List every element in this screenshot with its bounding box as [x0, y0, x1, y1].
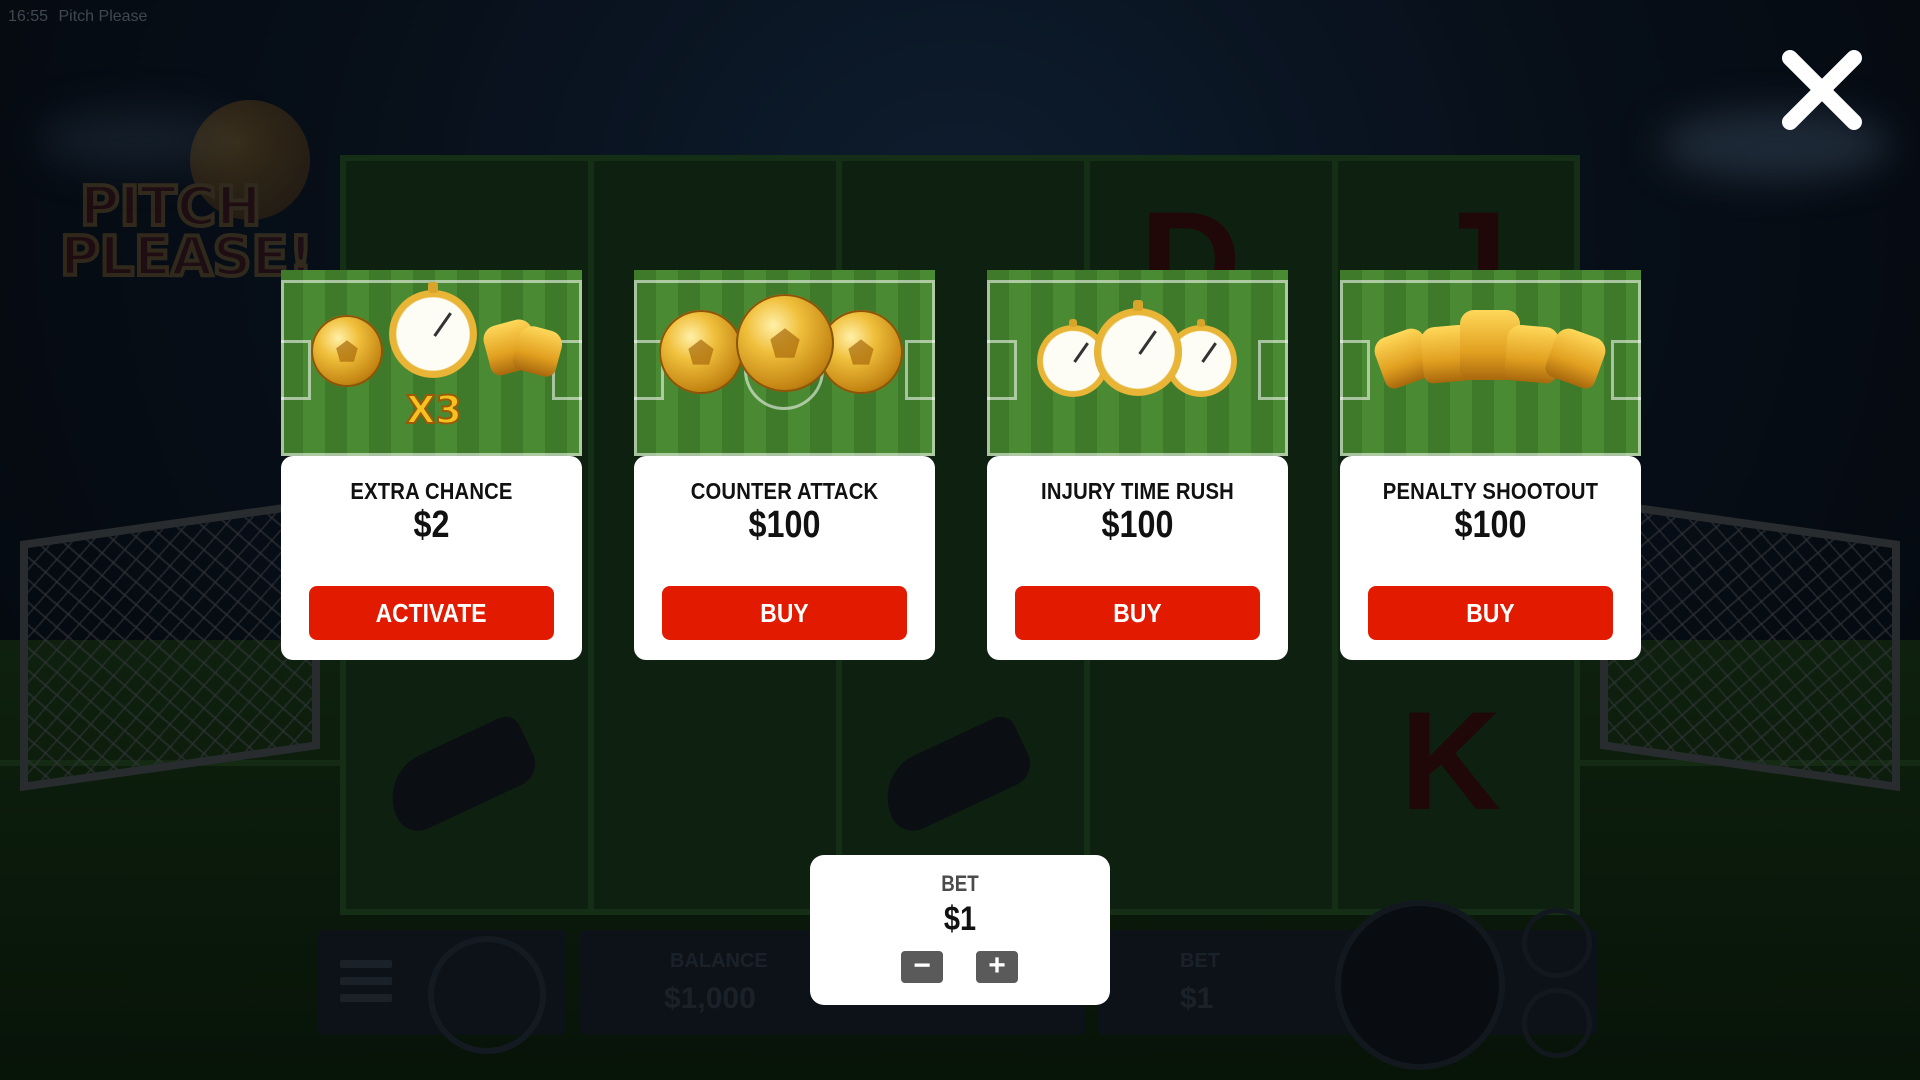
close-icon [1782, 50, 1862, 130]
buy-button-label: BUY [1113, 598, 1162, 628]
bet-increase-button[interactable]: + [976, 951, 1018, 983]
feature-card-injury-time-rush: INJURY TIME RUSH $100 BUY [987, 270, 1288, 660]
buy-button[interactable]: BUY [1015, 586, 1260, 640]
buy-button[interactable]: BUY [662, 586, 907, 640]
bet-decrease-button[interactable]: − [901, 951, 943, 983]
card-body: EXTRA CHANCE $2 ACTIVATE [281, 456, 582, 660]
card-body: PENALTY SHOOTOUT $100 BUY [1340, 456, 1641, 660]
buy-button-label: BUY [1466, 598, 1515, 628]
activate-button-label: ACTIVATE [375, 598, 487, 628]
card-price: $100 [1101, 504, 1174, 546]
card-price: $100 [748, 504, 821, 546]
bet-panel: BET $1 − + [810, 855, 1110, 1005]
buy-button-label: BUY [760, 598, 809, 628]
card-image-extra-chance: X3 [281, 270, 582, 456]
gold-ball-icon [659, 310, 743, 394]
card-price: $100 [1454, 504, 1527, 546]
close-button[interactable] [1776, 44, 1868, 136]
feature-card-extra-chance: X3 EXTRA CHANCE $2 ACTIVATE [281, 270, 582, 660]
card-image-injury-time-rush [987, 270, 1288, 456]
card-title: INJURY TIME RUSH [1041, 478, 1234, 504]
card-title: EXTRA CHANCE [350, 478, 513, 504]
stopwatch-icon [1094, 300, 1182, 396]
multiplier-badge: X3 [405, 387, 463, 433]
card-image-counter-attack [634, 270, 935, 456]
bet-label: BET [941, 871, 979, 896]
card-body: INJURY TIME RUSH $100 BUY [987, 456, 1288, 660]
stopwatch-icon [389, 282, 477, 378]
bet-value: $1 [943, 900, 977, 938]
card-body: COUNTER ATTACK $100 BUY [634, 456, 935, 660]
gold-ball-icon [311, 315, 383, 387]
card-image-penalty-shootout [1340, 270, 1641, 456]
feature-card-penalty-shootout: PENALTY SHOOTOUT $100 BUY [1340, 270, 1641, 660]
card-price: $2 [413, 504, 450, 546]
feature-card-counter-attack: COUNTER ATTACK $100 BUY [634, 270, 935, 660]
gold-ball-icon [736, 294, 834, 392]
card-title: PENALTY SHOOTOUT [1382, 478, 1599, 504]
card-title: COUNTER ATTACK [690, 478, 879, 504]
buy-button[interactable]: BUY [1368, 586, 1613, 640]
activate-button[interactable]: ACTIVATE [309, 586, 554, 640]
